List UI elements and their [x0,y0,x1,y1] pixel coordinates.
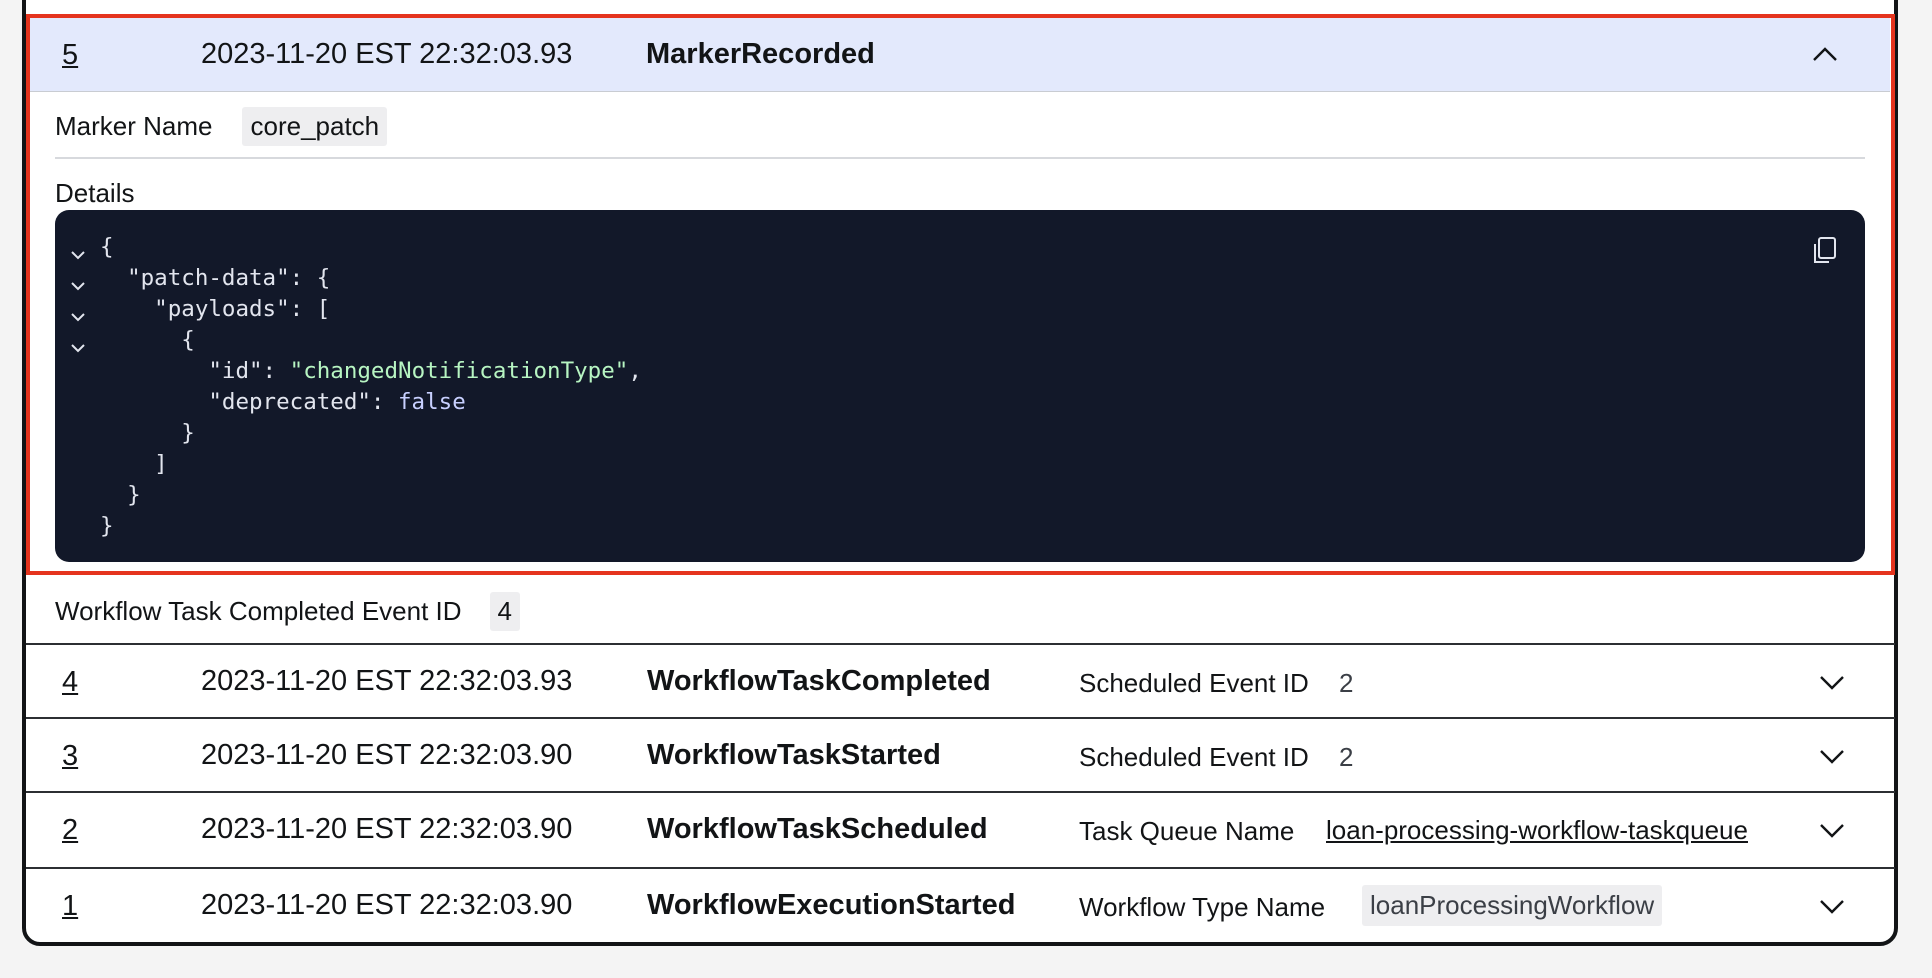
event-row[interactable]: 2 2023-11-20 EST 22:32:03.90 WorkflowTas… [26,791,1895,867]
event-timestamp: 2023-11-20 EST 22:32:03.93 [201,665,573,697]
event-timestamp: 2023-11-20 EST 22:32:03.93 [201,38,573,70]
copy-icon[interactable] [1807,232,1843,268]
event-attr-value: 2 [1339,742,1354,772]
details-label: Details [55,178,135,208]
event-type: WorkflowExecutionStarted [647,889,1016,921]
divider [55,157,1865,159]
workflow-type-value: loanProcessingWorkflow [1362,885,1663,926]
chevron-down-icon[interactable] [1817,815,1847,845]
chevron-up-icon[interactable] [1810,40,1840,70]
task-queue-link[interactable]: loan-processing-workflow-taskqueue [1326,815,1748,846]
code-line-boolean: "deprecated": false [100,389,466,415]
event-row[interactable]: 4 2023-11-20 EST 22:32:03.93 WorkflowTas… [26,643,1895,717]
code-line: "patch-data": { [100,265,331,291]
event-type: WorkflowTaskCompleted [647,665,991,697]
code-line: { [100,234,114,260]
chevron-down-icon[interactable] [1817,891,1847,921]
event-id-link[interactable]: 4 [62,666,78,699]
fold-chevron-icon[interactable] [69,339,87,357]
chevron-down-icon[interactable] [1817,741,1847,771]
code-line: "payloads": [ [100,296,331,322]
chevron-down-icon[interactable] [1817,667,1847,697]
event-id-link[interactable]: 1 [62,890,78,923]
fold-chevron-icon[interactable] [69,246,87,264]
event-row[interactable]: 3 2023-11-20 EST 22:32:03.90 WorkflowTas… [26,717,1895,791]
marker-name-value: core_patch [242,106,388,146]
fold-chevron-icon[interactable] [69,277,87,295]
event-attr-label: Task Queue Name [1079,816,1295,846]
event-row[interactable]: 1 2023-11-20 EST 22:32:03.90 WorkflowExe… [26,867,1895,941]
event-timestamp: 2023-11-20 EST 22:32:03.90 [201,739,573,771]
marker-name-label: Marker Name [55,110,213,141]
event-attr-label: Scheduled Event ID [1079,742,1309,772]
event-id-link[interactable]: 2 [62,814,78,847]
event-timestamp: 2023-11-20 EST 22:32:03.90 [201,889,573,921]
code-line: { [100,327,195,353]
code-line: } [100,482,141,508]
event-id-link[interactable]: 5 [62,39,78,72]
details-code-block: { "patch-data": { "payloads": [ { "id": … [55,210,1865,562]
event-attr-label: Workflow Type Name [1079,892,1326,922]
marker-name-field: Marker Name core_patch [55,104,388,148]
event-row-expanded[interactable]: 5 2023-11-20 EST 22:32:03.93 MarkerRecor… [28,18,1890,92]
event-type: MarkerRecorded [646,38,875,70]
event-timestamp: 2023-11-20 EST 22:32:03.90 [201,813,573,845]
code-line: } [100,513,114,539]
event-attr-label: Scheduled Event ID [1079,668,1309,698]
event-type: WorkflowTaskStarted [647,739,941,771]
event-id-link[interactable]: 3 [62,740,78,773]
workflow-task-completed-label: Workflow Task Completed Event ID [55,595,462,626]
event-type: WorkflowTaskScheduled [647,813,988,845]
workflow-task-completed-field: Workflow Task Completed Event ID 4 [55,589,520,633]
event-attr-value: 2 [1339,668,1354,698]
code-line: } [100,420,195,446]
workflow-task-completed-value: 4 [489,591,520,631]
code-line-string: "id": "changedNotificationType", [100,358,642,384]
code-line: ] [100,451,168,477]
fold-chevron-icon[interactable] [69,308,87,326]
